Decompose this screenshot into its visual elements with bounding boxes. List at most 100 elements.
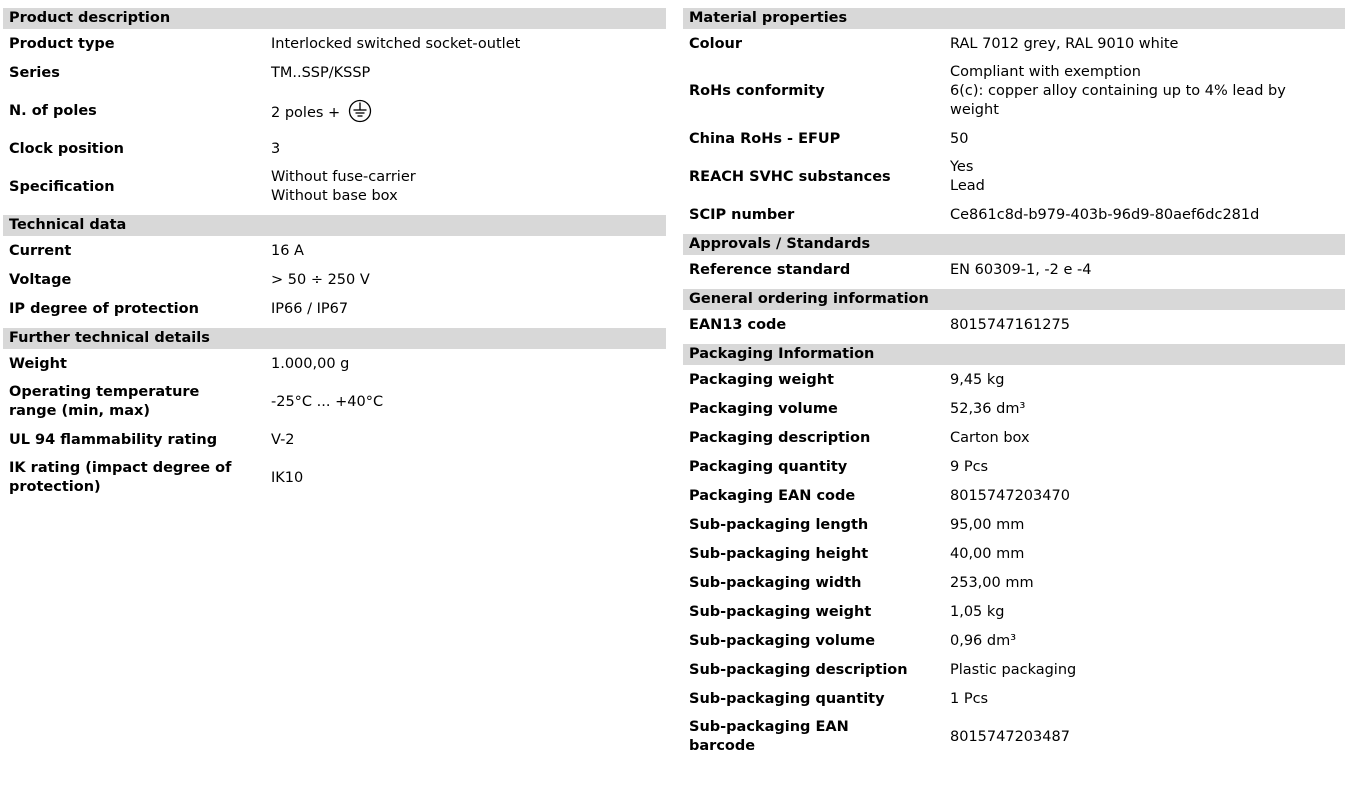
section-header-packaging: Packaging Information — [683, 344, 1345, 365]
spec-value-stack: Compliant with exemption 6(c): copper al… — [950, 63, 1286, 120]
spec-label: Sub-packaging width — [689, 574, 862, 591]
spec-value: Plastic packaging — [950, 661, 1077, 678]
spec-label: EAN13 code — [689, 316, 787, 333]
spec-row-packaging: Sub-packaging height 40,00 mm — [683, 544, 1345, 564]
spec-label: REACH SVHC substances — [689, 168, 891, 185]
spec-value: EN 60309-1, -2 e -4 — [950, 261, 1092, 278]
spec-label: Sub-packaging quantity — [689, 690, 885, 707]
spec-label: Colour — [689, 35, 743, 52]
spec-value: 9 Pcs — [950, 458, 989, 475]
spec-label: Current — [9, 242, 72, 259]
spec-value: Interlocked switched socket-outlet — [271, 35, 521, 52]
spec-value: Carton box — [950, 429, 1030, 446]
spec-row-packaging: Packaging EAN code 8015747203470 — [683, 486, 1345, 506]
spec-label: Sub-packaging length — [689, 516, 869, 533]
spec-value: 52,36 dm³ — [950, 400, 1026, 417]
spec-row-scip: SCIP number Ce861c8d-b979-403b-96d9-80ae… — [683, 205, 1345, 225]
spec-value-line: Without fuse-carrier — [271, 169, 416, 185]
spec-value: 50 — [950, 130, 969, 147]
spec-label-line: range (min, max) — [9, 403, 150, 419]
section-header-approvals: Approvals / Standards — [683, 234, 1345, 255]
spec-label: Sub-packaging height — [689, 545, 869, 562]
spec-row-colour: Colour RAL 7012 grey, RAL 9010 white — [683, 34, 1345, 54]
spec-row-packaging: Sub-packaging weight 1,05 kg — [683, 602, 1345, 622]
spec-label: RoHs conformity — [689, 83, 825, 99]
spec-value: 8015747161275 — [950, 316, 1070, 333]
spec-value: V-2 — [271, 431, 295, 448]
spec-row-reference-standard: Reference standard EN 60309-1, -2 e -4 — [683, 260, 1345, 280]
spec-row-weight: Weight 1.000,00 g — [3, 354, 666, 374]
spec-row-series: Series TM..SSP/KSSP — [3, 63, 666, 83]
spec-row-packaging: Packaging weight 9,45 kg — [683, 370, 1345, 390]
spec-row-current: Current 16 A — [3, 241, 666, 261]
spec-label: China RoHs - EFUP — [689, 130, 841, 147]
spec-value: Ce861c8d-b979-403b-96d9-80aef6dc281d — [950, 206, 1260, 223]
spec-row-packaging: Packaging volume 52,36 dm³ — [683, 399, 1345, 419]
spec-label-stack: Operating temperature range (min, max) — [3, 383, 271, 421]
spec-value: 95,00 mm — [950, 516, 1025, 533]
spec-label: Reference standard — [689, 261, 851, 278]
spec-value: TM..SSP/KSSP — [271, 64, 371, 81]
spec-label: Sub-packaging weight — [689, 603, 872, 620]
spec-label: Packaging weight — [689, 371, 834, 388]
left-column: Product description Product type Interlo… — [3, 8, 666, 506]
spec-label-stack: Sub-packaging EAN barcode — [683, 718, 950, 756]
spec-row-ul94: UL 94 flammability rating V-2 — [3, 430, 666, 450]
spec-value-poles: 2 poles + — [271, 93, 372, 129]
spec-value-line: Yes — [950, 159, 974, 175]
spec-label-stack: IK rating (impact degree of protection) — [3, 459, 271, 497]
spec-row-reach: REACH SVHC substances Yes Lead — [683, 158, 1345, 196]
section-header-further-technical-details: Further technical details — [3, 328, 666, 349]
spec-label: N. of poles — [9, 102, 97, 119]
spec-row-operating-temperature: Operating temperature range (min, max) -… — [3, 383, 666, 421]
section-header-ordering-information: General ordering information — [683, 289, 1345, 310]
spec-row-poles: N. of poles 2 poles + — [3, 92, 666, 130]
spec-label-line: Sub-packaging EAN — [689, 719, 849, 735]
spec-row-ip-degree: IP degree of protection IP66 / IP67 — [3, 299, 666, 319]
spec-label: UL 94 flammability rating — [9, 431, 218, 448]
spec-row-packaging: Sub-packaging volume 0,96 dm³ — [683, 631, 1345, 651]
spec-row-ean13: EAN13 code 8015747161275 — [683, 315, 1345, 335]
spec-label: Packaging quantity — [689, 458, 848, 475]
spec-value-line: Without base box — [271, 188, 398, 204]
spec-value: 1,05 kg — [950, 603, 1005, 620]
spec-row-sub-packaging-barcode: Sub-packaging EAN barcode 8015747203487 — [683, 718, 1345, 756]
spec-label-line: IK rating (impact degree of — [9, 460, 232, 476]
spec-label: Packaging EAN code — [689, 487, 856, 504]
spec-value: 9,45 kg — [950, 371, 1005, 388]
spec-label: Packaging volume — [689, 400, 838, 417]
spec-value: 2 poles + — [271, 105, 341, 121]
spec-label-line: protection) — [9, 479, 101, 495]
spec-value: -25°C ... +40°C — [271, 393, 384, 410]
spec-row-ik-rating: IK rating (impact degree of protection) … — [3, 459, 666, 497]
spec-row-packaging: Sub-packaging description Plastic packag… — [683, 660, 1345, 680]
spec-row-packaging: Packaging description Carton box — [683, 428, 1345, 448]
spec-row-product-type: Product type Interlocked switched socket… — [3, 34, 666, 54]
spec-value: 253,00 mm — [950, 574, 1034, 591]
spec-label: Series — [9, 64, 60, 81]
spec-value: > 50 ÷ 250 V — [271, 271, 370, 288]
spec-label: IP degree of protection — [9, 300, 199, 317]
earth-ground-icon — [348, 99, 372, 129]
spec-row-voltage: Voltage > 50 ÷ 250 V — [3, 270, 666, 290]
spec-label-line: barcode — [689, 738, 756, 754]
spec-row-packaging: Sub-packaging length 95,00 mm — [683, 515, 1345, 535]
spec-label: Weight — [9, 355, 67, 372]
spec-row-rohs: RoHs conformity Compliant with exemption… — [683, 63, 1345, 120]
spec-row-packaging: Sub-packaging width 253,00 mm — [683, 573, 1345, 593]
spec-value: 8015747203470 — [950, 487, 1070, 504]
spec-row-china-rohs: China RoHs - EFUP 50 — [683, 129, 1345, 149]
spec-value-line: weight — [950, 102, 999, 118]
spec-label: Product type — [9, 35, 115, 52]
spec-value: 1.000,00 g — [271, 355, 350, 372]
right-column: Material properties Colour RAL 7012 grey… — [683, 8, 1345, 765]
spec-value: 40,00 mm — [950, 545, 1025, 562]
spec-value: 16 A — [271, 242, 304, 259]
spec-label: Voltage — [9, 271, 72, 288]
section-header-product-description: Product description — [3, 8, 666, 29]
spec-row-packaging: Packaging quantity 9 Pcs — [683, 457, 1345, 477]
spec-label: Packaging description — [689, 429, 871, 446]
spec-label: Clock position — [9, 140, 124, 157]
spec-value: IK10 — [271, 469, 304, 486]
spec-value-stack: Without fuse-carrier Without base box — [271, 168, 416, 206]
